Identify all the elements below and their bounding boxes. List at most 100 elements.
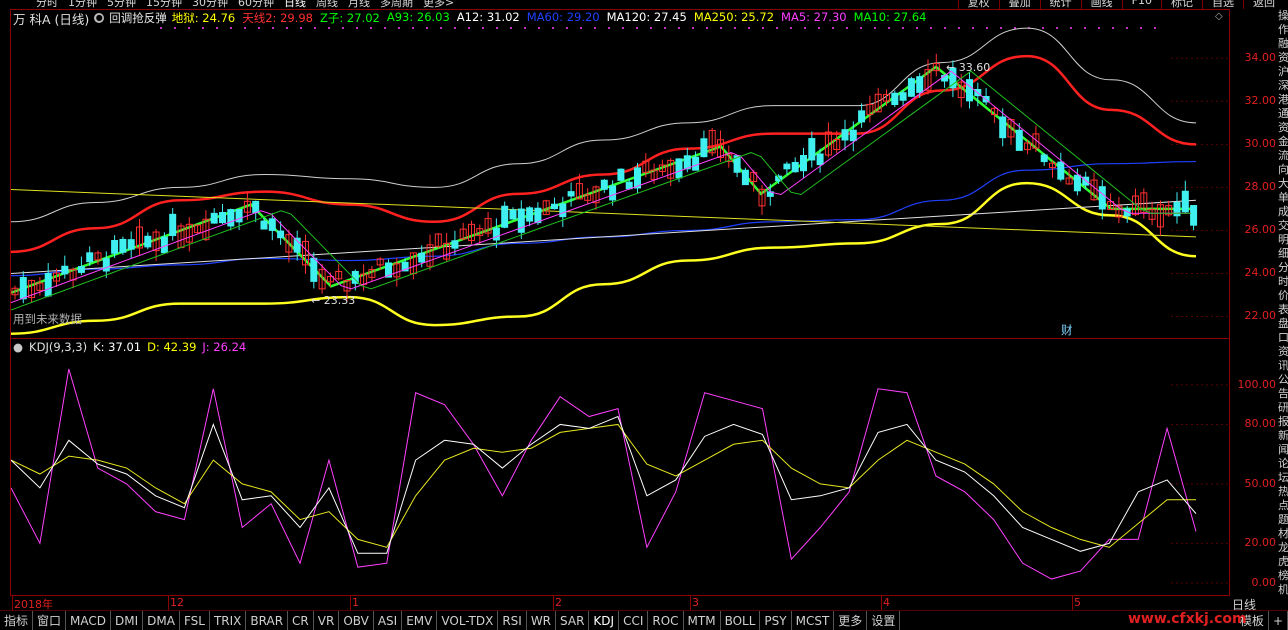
indicator-button-cr[interactable]: CR [288, 610, 314, 630]
period-tabs-bar: 分时 1分钟 5分钟 15分钟 30分钟 60分钟 日线 周线 月线 多周期 更多> 复权 叠加 统计画… [0, 0, 1288, 9]
candle-body [144, 235, 152, 248]
period-tab-6[interactable]: 日线 [284, 0, 306, 9]
high-price-label: ← 33.60 [946, 61, 990, 74]
indicator-button-更多[interactable]: 更多 [834, 610, 868, 630]
tool-tabs[interactable]: 复权 叠加 统计 画线 F10 标记 自选 返回 [957, 0, 1284, 9]
indicator-button-设置[interactable]: 设置 [867, 610, 901, 630]
indicator-button-指标[interactable]: 指标 [0, 610, 34, 630]
candle-body [1015, 129, 1023, 151]
candle-body [567, 191, 575, 197]
kdj-chart[interactable] [11, 355, 1229, 593]
period-tabs[interactable]: 分时 1分钟 5分钟 15分钟 30分钟 60分钟 日线 周线 月线 多周期 更多> [36, 0, 454, 9]
period-tab-7[interactable]: 周线 [316, 0, 338, 9]
kdj-j-value: J: 26.24 [202, 340, 247, 354]
indicator-button-dma[interactable]: DMA [143, 610, 180, 630]
right-side-strip[interactable]: 操作融资沪深港通资金流向大单成交明细分时价表盘口资讯公告研报新闻论坛热点题材龙虎… [1278, 9, 1288, 609]
signal-dot [384, 27, 386, 29]
period-tab-5[interactable]: 60分钟 [238, 0, 274, 9]
candle-body [268, 218, 276, 231]
kdj-axis-label: 100.00 [1237, 377, 1277, 391]
indicator-toolbar: 指标 窗口 MACD DMI DMA FSL TRIX BRAR CR VR OBV ASI EMV VO… [0, 610, 1288, 630]
candle-body [526, 207, 534, 222]
indicator-button-macd[interactable]: MACD [66, 610, 112, 630]
candle-body [625, 181, 633, 190]
period-tab-10[interactable]: 更多> [423, 0, 454, 9]
chart-legend: 万 科A (日线) ● 回调抢反弹 地狱: 24.76 天线2: 29.98 Z子:… [13, 10, 926, 27]
tool-tab-2[interactable]: 统计 [1039, 0, 1081, 9]
indicator-button-roc[interactable]: ROC [648, 610, 684, 630]
indicator-button-sar[interactable]: SAR [556, 610, 590, 630]
indicator-button-psy[interactable]: PSY [760, 610, 792, 630]
tool-tab-7[interactable]: 返回 [1243, 0, 1284, 9]
period-tab-8[interactable]: 月线 [348, 0, 370, 9]
indicator-button-vr[interactable]: VR [314, 610, 340, 630]
signal-dot [902, 27, 904, 29]
candle-body [127, 239, 135, 250]
settings-diamond-icon[interactable]: ◇ [1215, 11, 1223, 22]
date-label: 3 [692, 596, 699, 609]
tool-tab-1[interactable]: 叠加 [998, 0, 1040, 9]
candle-body [86, 252, 94, 263]
signal-dot [538, 27, 540, 29]
price-chart[interactable]: ← 33.60 ← 23.33 [11, 26, 1229, 338]
indicator-button-mtm[interactable]: MTM [684, 610, 721, 630]
indicator-button-trix[interactable]: TRIX [210, 610, 247, 630]
price-axis-label: 32.00 [1244, 94, 1277, 108]
price-axis-label: 28.00 [1244, 180, 1277, 194]
indicator-button-窗口[interactable]: 窗口 [33, 610, 67, 630]
bottom-right-button-1[interactable]: + [1269, 611, 1288, 630]
indicator-button-emv[interactable]: EMV [402, 610, 438, 630]
signal-dot [832, 27, 834, 29]
tool-tab-3[interactable]: 画线 [1080, 0, 1122, 9]
kdj-toggle-icon[interactable]: ● [13, 340, 23, 354]
tool-tab-0[interactable]: 复权 [957, 0, 999, 9]
indicator-button-vol-tdx[interactable]: VOL-TDX [437, 610, 499, 630]
indicator-name[interactable]: 回调抢反弹 [109, 10, 167, 26]
indicator-button-obv[interactable]: OBV [339, 610, 374, 630]
signal-dot [328, 27, 330, 29]
indicator-button-cci[interactable]: CCI [619, 610, 649, 630]
period-tab-2[interactable]: 5分钟 [107, 0, 136, 9]
candle-body [1190, 205, 1198, 226]
kdj-name[interactable]: KDJ(9,3,3) [29, 340, 87, 354]
indicator-button-kdj[interactable]: KDJ [589, 610, 620, 630]
indicator-button-boll[interactable]: BOLL [721, 610, 761, 630]
indicator-toggle-icon[interactable]: ● [94, 13, 105, 23]
candle-body [849, 129, 857, 142]
candle-body [102, 258, 110, 272]
future-data-note: 用到未来数据 [13, 312, 82, 326]
tool-tab-5[interactable]: 标记 [1161, 0, 1202, 9]
indicator-button-asi[interactable]: ASI [374, 610, 403, 630]
date-tick [690, 596, 691, 610]
signal-dot [860, 27, 862, 29]
signal-dot [216, 27, 218, 29]
signal-dot [272, 27, 274, 29]
signal-dot [944, 27, 946, 29]
candle-body [534, 207, 542, 224]
signal-dot [412, 27, 414, 29]
legend-item-8: MA5: 27.30 [781, 10, 847, 24]
signal-dot [1070, 27, 1072, 29]
finance-marker[interactable]: 财 [1061, 322, 1073, 338]
period-tab-3[interactable]: 15分钟 [146, 0, 182, 9]
candle-body [907, 78, 915, 97]
indicator-button-wr[interactable]: WR [527, 610, 557, 630]
signal-dot [426, 27, 428, 29]
indicator-button-mcst[interactable]: MCST [792, 610, 835, 630]
signal-dot [930, 27, 932, 29]
tool-tab-4[interactable]: F10 [1121, 0, 1161, 9]
indicator-button-rsi[interactable]: RSI [498, 610, 527, 630]
indicator-button-fsl[interactable]: FSL [180, 610, 210, 630]
period-tab-9[interactable]: 多周期 [380, 0, 413, 9]
candle-body [675, 158, 683, 179]
indicator-button-brar[interactable]: BRAR [246, 610, 289, 630]
indicator-button-dmi[interactable]: DMI [111, 610, 144, 630]
date-label: 2 [555, 596, 562, 609]
candle-body [451, 240, 459, 249]
legend-item-4: A12: 31.02 [456, 10, 520, 24]
period-tab-4[interactable]: 30分钟 [192, 0, 228, 9]
kdj-axis-label: 50.00 [1244, 476, 1277, 490]
tool-tab-6[interactable]: 自选 [1202, 0, 1243, 9]
kdj-k-value: K: 37.01 [93, 340, 142, 354]
candle-body [899, 92, 907, 101]
